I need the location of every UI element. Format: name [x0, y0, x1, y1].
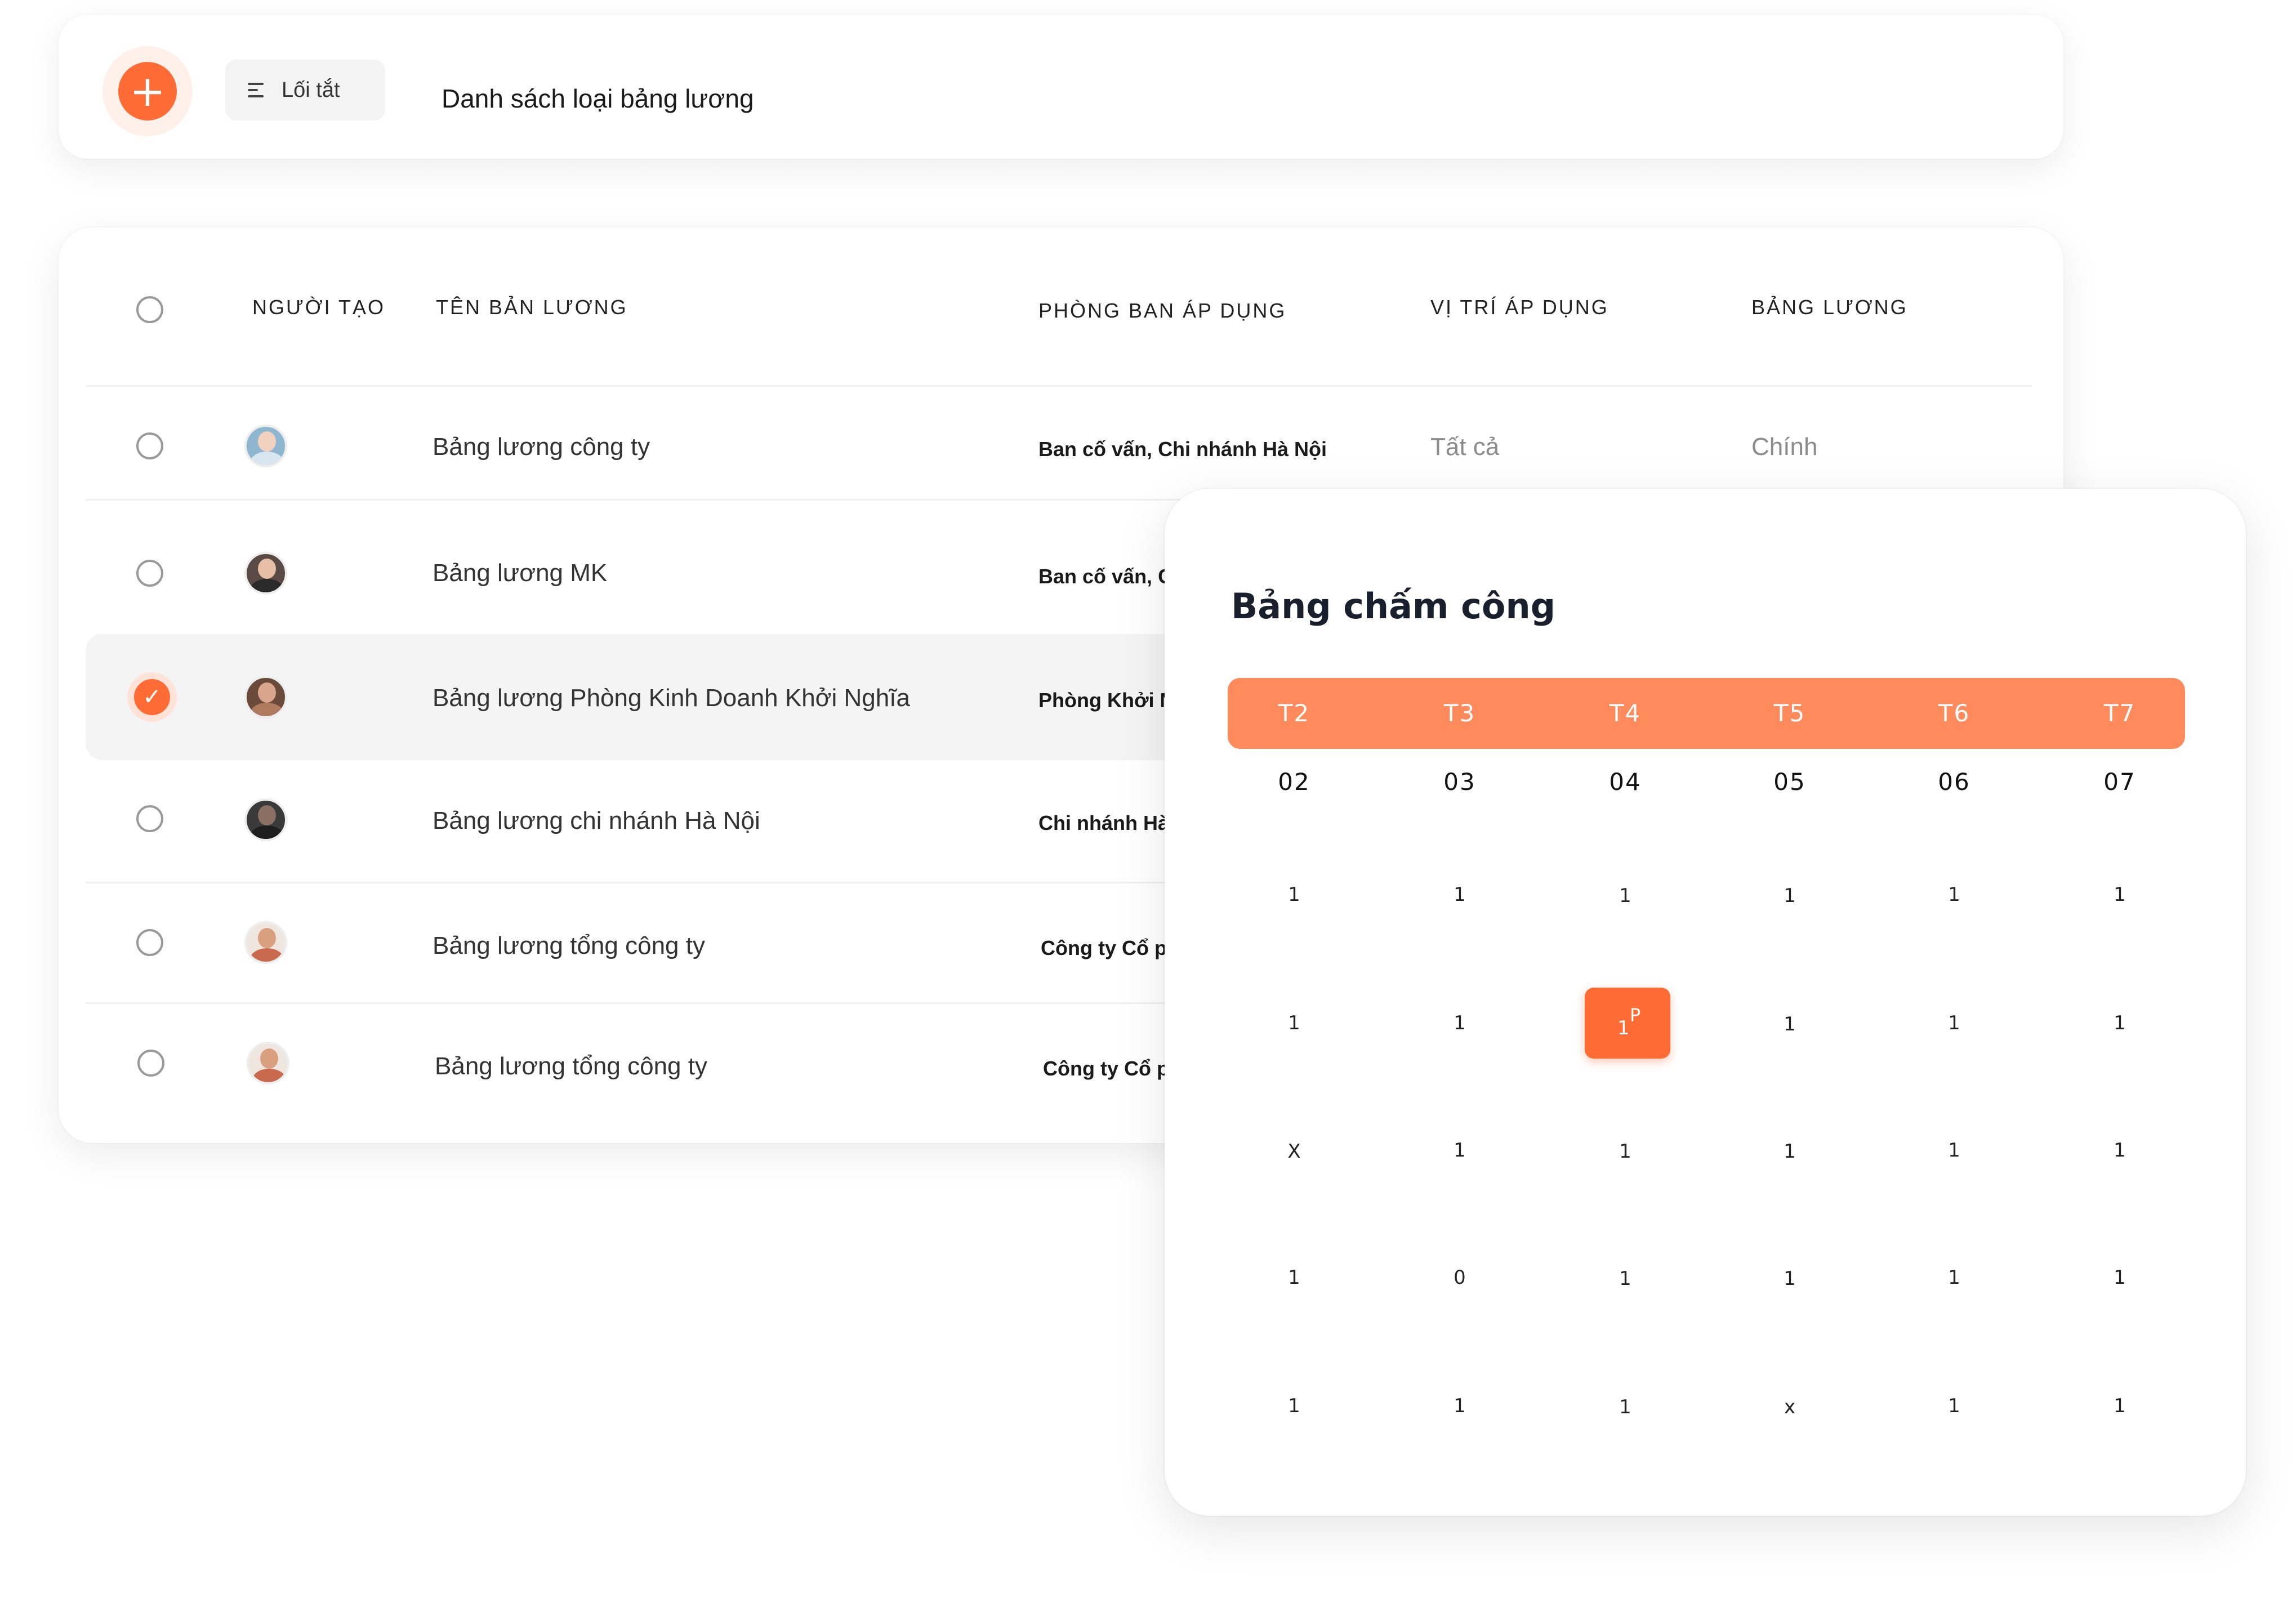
payroll-department: Ban cố vấn, Chi nhánh Hà Nội	[1038, 438, 1327, 461]
payroll-department: Ban cố vấn, C	[1038, 565, 1173, 588]
column-header-name: TÊN BẢN LƯƠNG	[436, 296, 628, 319]
column-header-payroll: BẢNG LƯƠNG	[1751, 296, 1908, 319]
avatar	[244, 676, 287, 718]
day-label: T3	[1443, 699, 1476, 727]
timesheet-cell[interactable]: 1	[1756, 886, 1824, 905]
timesheet-cell[interactable]: 1	[1591, 1398, 1659, 1417]
timesheet-cell[interactable]: 1	[1260, 1014, 1328, 1033]
timesheet-title: Bảng chấm công	[1231, 586, 1555, 627]
payroll-type: Chính	[1751, 433, 1818, 461]
day-label: T4	[1609, 699, 1642, 727]
timesheet-cell[interactable]: 1	[1591, 1269, 1659, 1288]
timesheet-card: Bảng chấm công T2 T3 T4 T5 T6 T7 02 03 0…	[1165, 489, 2246, 1516]
timesheet-cell[interactable]: 1	[1920, 1014, 1988, 1033]
header-card: + Lối tắt Danh sách loại bảng lương	[59, 15, 2063, 159]
timesheet-cell[interactable]: 1	[1920, 1396, 1988, 1416]
payroll-name[interactable]: Bảng lương MK	[433, 561, 607, 586]
payroll-department: Phòng Khởi N	[1038, 689, 1175, 712]
payroll-position: Tất cả	[1430, 433, 1500, 461]
payroll-name[interactable]: Bảng lương tổng công ty	[433, 934, 705, 958]
timesheet-cell[interactable]: 1	[1920, 885, 1988, 904]
payroll-name[interactable]: Bảng lương tổng công ty	[435, 1054, 707, 1079]
timesheet-cell[interactable]: 1	[2086, 1396, 2154, 1416]
header-divider	[86, 385, 2032, 387]
timesheet-cell[interactable]: 1	[1260, 1268, 1328, 1287]
row-checkbox[interactable]	[136, 432, 163, 459]
day-label: T7	[2103, 699, 2136, 727]
timesheet-cell[interactable]: 1	[2086, 885, 2154, 904]
row-checkbox[interactable]	[136, 929, 163, 956]
payroll-department: Công ty Cổ pl	[1041, 936, 1172, 959]
timesheet-cell[interactable]: 1	[1426, 885, 1493, 904]
timesheet-cell[interactable]: 1	[1591, 1142, 1659, 1161]
highlight-value: 1	[1617, 1017, 1630, 1039]
column-header-department: PHÒNG BAN ÁP DỤNG	[1038, 299, 1287, 322]
timesheet-cell[interactable]: 1	[2086, 1141, 2154, 1160]
timesheet-day-header	[1228, 678, 2185, 749]
timesheet-cell[interactable]: 1	[1756, 1142, 1824, 1161]
avatar	[247, 1042, 289, 1084]
avatar	[244, 798, 287, 841]
date-label: 02	[1278, 768, 1310, 796]
timesheet-cell[interactable]: 1	[1756, 1015, 1824, 1034]
timesheet-cell-highlighted[interactable]: 1 P	[1585, 988, 1670, 1059]
payroll-name[interactable]: Bảng lương chi nhánh Hà Nội	[433, 809, 760, 833]
payroll-department: Công ty Cổ pl	[1043, 1057, 1175, 1080]
day-label: T6	[1938, 699, 1970, 727]
page-title: Danh sách loại bảng lương	[442, 84, 754, 113]
row-checkbox[interactable]	[136, 805, 163, 832]
shortcut-label: Lối tắt	[282, 78, 340, 102]
timesheet-cell[interactable]: 1	[1920, 1141, 1988, 1160]
date-label: 07	[2103, 768, 2136, 796]
timesheet-cell[interactable]: 1	[1260, 1396, 1328, 1416]
add-button[interactable]: +	[118, 62, 177, 120]
menu-lines-icon	[248, 82, 266, 99]
row-checkbox[interactable]	[137, 1050, 164, 1077]
row-checkbox[interactable]	[136, 560, 163, 587]
timesheet-cell[interactable]: 1	[2086, 1014, 2154, 1033]
timesheet-cell[interactable]: 1	[1426, 1014, 1493, 1033]
timesheet-cell[interactable]: 0	[1426, 1268, 1493, 1287]
payroll-name[interactable]: Bảng lương công ty	[433, 435, 650, 459]
avatar	[244, 921, 287, 964]
column-header-creator: NGƯỜI TẠO	[252, 296, 385, 319]
row-checkbox-checked[interactable]: ✓	[134, 679, 170, 715]
payroll-department: Chi nhánh Hà	[1038, 811, 1169, 834]
avatar	[244, 552, 287, 595]
timesheet-cell[interactable]: x	[1756, 1398, 1824, 1417]
highlight-superscript: P	[1630, 1005, 1641, 1026]
date-label: 03	[1443, 768, 1476, 796]
timesheet-cell[interactable]: 1	[1260, 885, 1328, 904]
timesheet-cell[interactable]: 1	[1756, 1269, 1824, 1288]
plus-icon: +	[130, 66, 166, 116]
date-label: 06	[1938, 768, 1970, 796]
check-icon: ✓	[142, 684, 162, 710]
date-label: 05	[1773, 768, 1806, 796]
avatar	[244, 425, 287, 467]
timesheet-cell[interactable]: 1	[2086, 1268, 2154, 1287]
date-label: 04	[1609, 768, 1642, 796]
payroll-name[interactable]: Bảng lương Phòng Kinh Doanh Khởi Nghĩa	[433, 686, 910, 711]
timesheet-cell[interactable]: 1	[1426, 1141, 1493, 1160]
timesheet-cell[interactable]: 1	[1920, 1268, 1988, 1287]
day-label: T5	[1773, 699, 1806, 727]
day-label: T2	[1278, 699, 1310, 727]
shortcut-button[interactable]: Lối tắt	[225, 60, 385, 120]
timesheet-cell[interactable]: 1	[1591, 886, 1659, 905]
timesheet-cell[interactable]: X	[1260, 1142, 1328, 1161]
select-all-checkbox[interactable]	[136, 296, 163, 323]
column-header-position: VỊ TRÍ ÁP DỤNG	[1430, 296, 1609, 319]
timesheet-cell[interactable]: 1	[1426, 1396, 1493, 1416]
